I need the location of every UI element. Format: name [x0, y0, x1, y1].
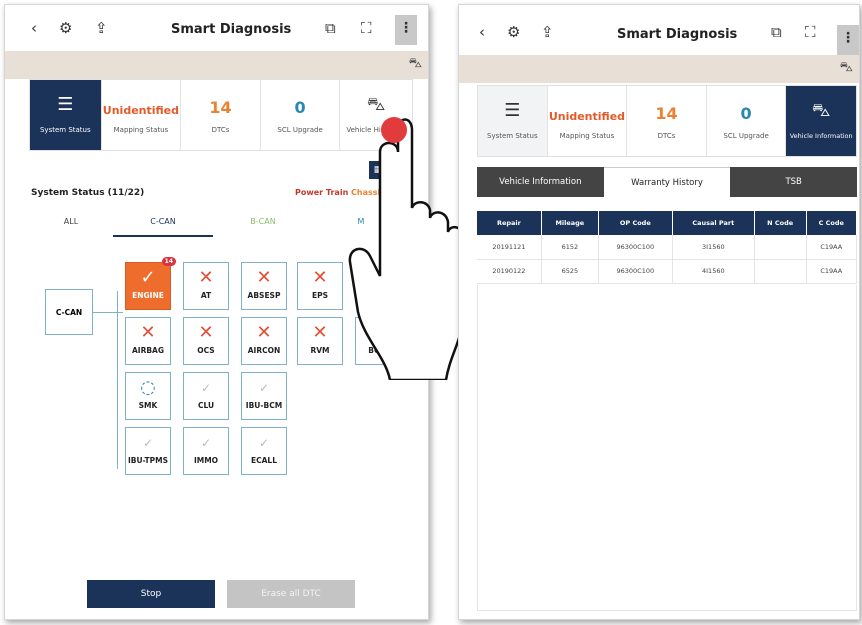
done-check-icon: ✓	[142, 436, 154, 450]
done-check-icon: ✓	[258, 436, 270, 450]
tile-vehicle-information[interactable]: ⛍ Vehicle Information	[786, 86, 856, 156]
col-c-code: C Code	[806, 211, 858, 235]
error-x-icon: ✕	[198, 322, 214, 343]
tab-tsb[interactable]: TSB	[730, 167, 858, 197]
system-status-title: System Status (11/22)	[31, 188, 145, 198]
car-icon[interactable]: ⛍	[409, 56, 422, 73]
export-icon[interactable]: ⇪	[95, 19, 108, 37]
table-row[interactable]: 20191121 6152 96300C100 3I1560 C19AA	[477, 235, 858, 260]
car-icon[interactable]: ⛍	[840, 60, 853, 77]
module-ecall[interactable]: ✓ ECALL	[241, 427, 287, 475]
col-mileage: Mileage	[541, 211, 599, 235]
tab-vehicle-information[interactable]: Vehicle Information	[477, 167, 604, 197]
filter-power-train[interactable]: Power Train	[295, 188, 348, 197]
done-check-icon: ✓	[258, 381, 270, 395]
tile-mapping-status[interactable]: Unidentified Mapping Status	[101, 80, 182, 150]
tile-dtcs[interactable]: 14 DTCs	[627, 86, 707, 156]
vehicle-tabs: Vehicle Information Warranty History TSB	[477, 167, 858, 197]
fullscreen-icon[interactable]: ⛶	[805, 23, 816, 41]
tap-indicator-icon	[381, 117, 407, 143]
fullscreen-icon[interactable]: ⛶	[361, 19, 372, 37]
erase-all-dtc-button[interactable]: Erase all DTC	[227, 580, 355, 608]
table-header-row: Repair Mileage OP Code Causal Part N Cod…	[477, 211, 858, 235]
tile-system-status[interactable]: ☰ System Status	[30, 80, 102, 150]
stop-button[interactable]: Stop	[87, 580, 215, 608]
checklist-icon: ☰	[57, 94, 74, 115]
tile-system-status[interactable]: ☰ System Status	[478, 86, 548, 156]
module-ibu-tpms[interactable]: ✓ IBU-TPMS	[125, 427, 171, 475]
tile-dtcs[interactable]: 14 DTCs	[181, 80, 261, 150]
bus-trunk	[117, 291, 118, 469]
col-op-code: OP Code	[598, 211, 673, 235]
error-x-icon: ✕	[312, 267, 328, 288]
loading-spinner-icon: ◌	[140, 377, 156, 398]
col-causal-part: Causal Part	[672, 211, 755, 235]
app-title: Smart Diagnosis	[171, 22, 292, 37]
back-icon[interactable]: ‹	[31, 19, 37, 37]
module-at[interactable]: ✕ AT	[183, 262, 229, 310]
more-menu-icon[interactable]: ⋮	[837, 25, 859, 55]
app-title: Smart Diagnosis	[617, 27, 738, 42]
col-n-code: N Code	[754, 211, 807, 235]
module-smk[interactable]: ◌ SMK	[125, 372, 171, 420]
error-x-icon: ✕	[256, 267, 272, 288]
warranty-table: Repair Mileage OP Code Causal Part N Cod…	[477, 211, 858, 284]
back-icon[interactable]: ‹	[479, 23, 485, 41]
module-engine[interactable]: ✓ ENGINE 14	[125, 257, 176, 310]
col-repair: Repair	[477, 211, 542, 235]
module-eps[interactable]: ✕ EPS	[297, 262, 343, 310]
table-row[interactable]: 20190122 6525 96300C100 4I1560 C19AA	[477, 259, 858, 284]
error-x-icon: ✕	[140, 322, 156, 343]
module-ocs[interactable]: ✕ OCS	[183, 317, 229, 365]
info-bar: ⛍	[459, 55, 859, 83]
vehicle-info-icon: ⛍	[811, 100, 831, 121]
status-tiles: ☰ System Status Unidentified Mapping Sta…	[477, 85, 857, 157]
tile-scl-upgrade[interactable]: 0 SCL Upgrade	[260, 80, 341, 150]
bus-root-node: C-CAN	[45, 289, 93, 335]
error-x-icon: ✕	[312, 322, 328, 343]
tap-hand-icon	[348, 117, 466, 380]
tab-c-can[interactable]: C-CAN	[113, 207, 213, 237]
module-rvm[interactable]: ✕ RVM	[297, 317, 343, 365]
module-immo[interactable]: ✓ IMMO	[183, 427, 229, 475]
info-bar: ⛍	[5, 51, 428, 79]
bus-connector	[93, 312, 123, 313]
module-ibu-bcm[interactable]: ✓ IBU-BCM	[241, 372, 287, 420]
ccs-icon[interactable]: ⧉	[771, 23, 782, 41]
right-screen: ‹ ⚙ ⇪ Smart Diagnosis ⧉ ⛶ ⋮ ⛍ ☰ System S…	[458, 4, 860, 620]
tab-b-can[interactable]: B-CAN	[213, 207, 313, 237]
export-icon[interactable]: ⇪	[541, 23, 554, 41]
check-icon: ✓	[140, 267, 156, 288]
top-bar: ‹ ⚙ ⇪ Smart Diagnosis ⧉ ⛶ ⋮	[459, 5, 859, 55]
module-absesp[interactable]: ✕ ABSESP	[241, 262, 287, 310]
table-empty-area	[477, 285, 857, 611]
vehicle-scan-icon[interactable]: ⚙	[507, 23, 520, 41]
tab-all[interactable]: ALL	[29, 207, 113, 237]
done-check-icon: ✓	[200, 381, 212, 395]
dtc-count-badge: 14	[161, 257, 176, 266]
tab-warranty-history[interactable]: Warranty History	[603, 167, 731, 197]
module-airbag[interactable]: ✕ AIRBAG	[125, 317, 171, 365]
checklist-icon: ☰	[504, 100, 521, 121]
top-bar: ‹ ⚙ ⇪ Smart Diagnosis ⧉ ⛶ ⋮	[5, 5, 428, 53]
error-x-icon: ✕	[256, 322, 272, 343]
done-check-icon: ✓	[200, 436, 212, 450]
module-aircon[interactable]: ✕ AIRCON	[241, 317, 287, 365]
vehicle-scan-icon[interactable]: ⚙	[59, 19, 72, 37]
module-clu[interactable]: ✓ CLU	[183, 372, 229, 420]
more-menu-icon[interactable]: ⋮	[395, 15, 417, 45]
ccs-icon[interactable]: ⧉	[325, 19, 336, 37]
tile-mapping-status[interactable]: Unidentified Mapping Status	[547, 86, 628, 156]
error-x-icon: ✕	[198, 267, 214, 288]
tile-scl-upgrade[interactable]: 0 SCL Upgrade	[706, 86, 787, 156]
